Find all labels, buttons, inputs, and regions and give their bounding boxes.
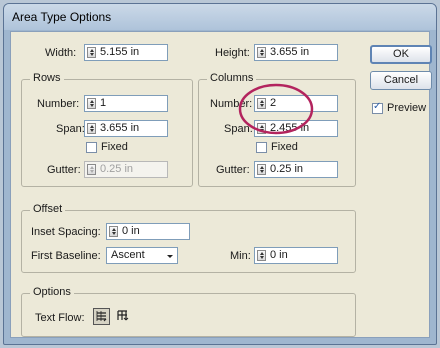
first-baseline-select[interactable]: Ascent bbox=[106, 247, 178, 264]
rows-gutter-value: 0.25 in bbox=[100, 163, 134, 175]
text-flow-label: Text Flow: bbox=[35, 312, 85, 324]
options-group-title: Options bbox=[30, 286, 74, 298]
dialog-title: Area Type Options bbox=[12, 10, 112, 24]
rows-gutter-field[interactable]: 0.25 in bbox=[84, 161, 168, 178]
ok-button[interactable]: OK bbox=[370, 45, 432, 64]
height-value: 3.655 in bbox=[270, 46, 310, 58]
inset-spacing-field[interactable]: 0 in bbox=[106, 223, 190, 240]
height-stepper[interactable] bbox=[257, 47, 266, 58]
height-field[interactable]: 3.655 in bbox=[254, 44, 338, 61]
highlight-circle bbox=[238, 83, 314, 135]
rows-gutter-stepper[interactable] bbox=[87, 164, 96, 175]
inset-spacing-value: 0 in bbox=[122, 225, 140, 237]
min-value: 0 in bbox=[270, 249, 288, 261]
columns-fixed-label: Fixed bbox=[271, 141, 298, 153]
preview-checkbox[interactable] bbox=[372, 101, 383, 114]
columns-gutter-field[interactable]: 0.25 in bbox=[254, 161, 338, 178]
width-label: Width: bbox=[45, 47, 77, 59]
columns-gutter-stepper[interactable] bbox=[257, 164, 266, 175]
title-bar[interactable]: Area Type Options bbox=[4, 4, 436, 30]
columns-fixed-checkbox[interactable] bbox=[256, 142, 267, 153]
text-flow-by-columns-icon[interactable] bbox=[115, 308, 132, 325]
rows-fixed-label: Fixed bbox=[101, 141, 128, 153]
rows-span-label: Span: bbox=[56, 123, 85, 135]
text-flow-by-rows-icon[interactable] bbox=[93, 308, 110, 325]
first-baseline-label: First Baseline: bbox=[31, 250, 101, 262]
min-stepper[interactable] bbox=[257, 250, 266, 261]
rows-group-title: Rows bbox=[30, 72, 64, 84]
cancel-button[interactable]: Cancel bbox=[370, 71, 432, 90]
rows-fixed-checkbox[interactable] bbox=[86, 142, 97, 153]
rows-number-field[interactable]: 1 bbox=[84, 95, 168, 112]
width-value: 5.155 in bbox=[100, 46, 140, 58]
min-field[interactable]: 0 in bbox=[254, 247, 338, 264]
rows-gutter-label: Gutter: bbox=[47, 164, 81, 176]
dialog-body: Width: 5.155 in Height: 3.655 in OK Canc… bbox=[10, 31, 432, 338]
columns-gutter-value: 0.25 in bbox=[270, 163, 304, 175]
preview-label: Preview bbox=[387, 102, 427, 114]
inset-spacing-stepper[interactable] bbox=[109, 226, 118, 237]
min-label: Min: bbox=[230, 250, 251, 262]
inset-spacing-label: Inset Spacing: bbox=[31, 226, 101, 238]
dialog-window: Area Type Options Width: 5.155 in Height… bbox=[3, 3, 437, 345]
rows-span-stepper[interactable] bbox=[87, 123, 96, 134]
columns-gutter-label: Gutter: bbox=[216, 164, 250, 176]
width-field[interactable]: 5.155 in bbox=[84, 44, 168, 61]
rows-number-value: 1 bbox=[100, 97, 107, 109]
chevron-down-icon bbox=[167, 255, 173, 258]
rows-number-stepper[interactable] bbox=[87, 98, 96, 109]
width-stepper[interactable] bbox=[87, 47, 96, 58]
offset-group-title: Offset bbox=[30, 203, 66, 215]
rows-number-label: Number: bbox=[37, 98, 80, 110]
height-label: Height: bbox=[215, 47, 250, 59]
rows-span-field[interactable]: 3.655 in bbox=[84, 120, 168, 137]
first-baseline-value: Ascent bbox=[111, 249, 145, 261]
rows-span-value: 3.655 in bbox=[100, 122, 140, 134]
